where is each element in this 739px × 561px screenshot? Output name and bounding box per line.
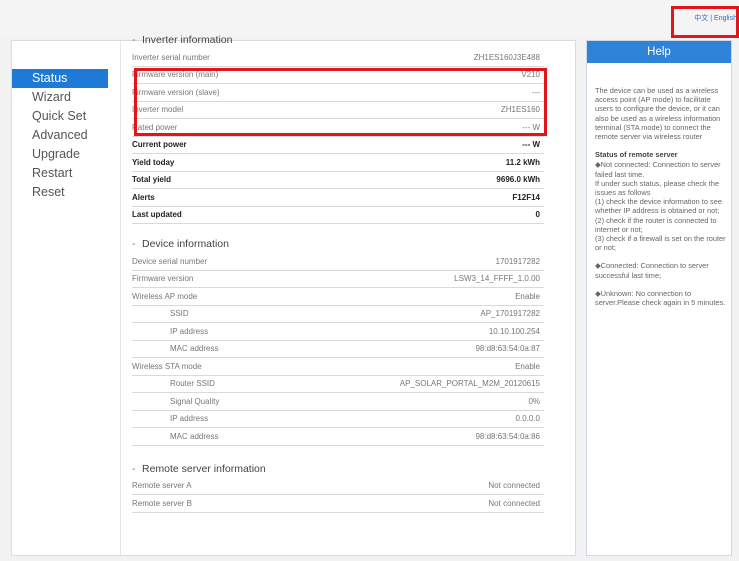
sidebar-item-quick-set[interactable]: Quick Set xyxy=(12,107,108,126)
row-label: IP address xyxy=(170,414,209,424)
row-label: Yield today xyxy=(132,157,175,167)
sidebar-item-wizard[interactable]: Wizard xyxy=(12,88,108,107)
remote-server-info-title[interactable]: - Remote server information xyxy=(132,462,544,477)
row-label: Wireless AP mode xyxy=(132,291,198,301)
table-row: Alerts F12F14 xyxy=(132,189,544,207)
row-label: Last updated xyxy=(132,210,182,220)
row-value: AP_1701917282 xyxy=(480,309,540,319)
table-row: Firmware version LSW3_14_FFFF_1.0.00 xyxy=(132,271,544,288)
row-label: Inverter serial number xyxy=(132,52,210,62)
table-row: Yield today 11.2 kWh xyxy=(132,154,544,172)
row-value: Enable xyxy=(515,361,540,371)
row-label: Router SSID xyxy=(170,379,215,389)
language-highlight-box xyxy=(671,6,739,38)
inverter-highlight-box xyxy=(134,68,547,136)
row-value: AP_SOLAR_PORTAL_M2M_20120615 xyxy=(399,379,540,389)
table-row: Total yield 9696.0 kWh xyxy=(132,172,544,189)
row-label: Alerts xyxy=(132,192,155,202)
help-title: Help xyxy=(587,41,731,63)
table-row: Router SSID AP_SOLAR_PORTAL_M2M_20120615 xyxy=(132,376,544,393)
row-value: 98:d8:63:54:0a:86 xyxy=(475,431,540,441)
table-row: Last updated 0 xyxy=(132,207,544,224)
row-value: Not connected xyxy=(488,498,540,508)
help-unknown: ◆Unknown: No connection to server.Please… xyxy=(595,288,726,308)
table-row: Current power --- W xyxy=(132,137,544,154)
help-check-1: (1) check the device information to see … xyxy=(595,197,722,216)
row-value: 11.2 kWh xyxy=(505,157,540,167)
sidebar: Status Wizard Quick Set Advanced Upgrade… xyxy=(12,41,120,555)
table-row: MAC address 98:d8:63:54:0a:87 xyxy=(132,341,544,358)
sidebar-item-status[interactable]: Status xyxy=(12,69,108,88)
table-row: Remote server B Not connected xyxy=(132,495,544,513)
row-value: 98:d8:63:54:0a:87 xyxy=(475,344,540,354)
row-label: IP address xyxy=(170,326,209,336)
row-label: MAC address xyxy=(170,431,219,441)
row-label: Device serial number xyxy=(132,256,208,266)
help-connected: ◆Connected: Connection to server success… xyxy=(595,261,709,280)
table-row: Device serial number 1701917282 xyxy=(132,253,544,271)
row-label: SSID xyxy=(170,309,189,319)
row-value: Not connected xyxy=(488,481,540,491)
row-value: 1701917282 xyxy=(495,256,541,266)
help-body: The device can be used as a wireless acc… xyxy=(587,63,731,307)
row-label: Remote server B xyxy=(132,498,193,508)
table-row: Inverter serial number ZH1ES160J3E488 xyxy=(132,49,544,67)
help-not-connected-check: If under such status, please check the i… xyxy=(595,178,720,198)
row-value: 0 xyxy=(535,210,540,220)
table-row: IP address 10.10.100.254 xyxy=(132,323,544,341)
sidebar-menu: Status Wizard Quick Set Advanced Upgrade… xyxy=(12,69,108,202)
sidebar-item-advanced[interactable]: Advanced xyxy=(12,126,108,145)
row-label: Firmware version xyxy=(132,274,194,284)
table-row: Wireless STA mode Enable xyxy=(132,358,544,376)
row-value: Enable xyxy=(515,291,540,301)
row-label: Current power xyxy=(132,140,187,150)
row-value: F12F14 xyxy=(512,192,540,202)
row-label: MAC address xyxy=(170,344,219,354)
row-value: LSW3_14_FFFF_1.0.00 xyxy=(454,274,540,284)
sidebar-item-reset[interactable]: Reset xyxy=(12,183,108,202)
help-check-2: (2) check if the router is connected to … xyxy=(595,215,717,234)
inverter-info-title[interactable]: - Inverter information xyxy=(132,33,544,48)
row-value: 9696.0 kWh xyxy=(496,175,540,185)
row-value: 10.10.100.254 xyxy=(488,326,540,336)
sidebar-item-upgrade[interactable]: Upgrade xyxy=(12,145,108,164)
device-info-title[interactable]: - Device information xyxy=(132,237,544,252)
table-row: Remote server A Not connected xyxy=(132,478,544,495)
table-row: IP address 0.0.0.0 xyxy=(132,411,544,428)
row-label: Signal Quality xyxy=(170,396,220,406)
help-check-3: (3) check if a firewall is set on the ro… xyxy=(595,234,726,253)
row-value: 0.0.0.0 xyxy=(515,414,540,424)
table-row: SSID AP_1701917282 xyxy=(132,306,544,323)
row-value: 0% xyxy=(528,396,540,406)
table-row: MAC address 98:d8:63:54:0a:86 xyxy=(132,428,544,446)
help-not-connected: ◆Not connected: Connection to server fai… xyxy=(595,160,721,179)
row-label: Remote server A xyxy=(132,481,192,491)
help-intro: The device can be used as a wireless acc… xyxy=(595,86,721,142)
table-row: Wireless AP mode Enable xyxy=(132,288,544,306)
help-status-title: Status of remote server xyxy=(595,150,678,160)
sidebar-divider xyxy=(120,41,121,555)
row-value: ZH1ES160J3E488 xyxy=(473,52,540,62)
row-label: Total yield xyxy=(132,175,171,185)
row-label: Wireless STA mode xyxy=(132,361,202,371)
help-panel: Help The device can be used as a wireles… xyxy=(586,40,732,556)
row-value: --- W xyxy=(522,140,540,150)
table-row: Signal Quality 0% xyxy=(132,393,544,411)
sidebar-item-restart[interactable]: Restart xyxy=(12,164,108,183)
